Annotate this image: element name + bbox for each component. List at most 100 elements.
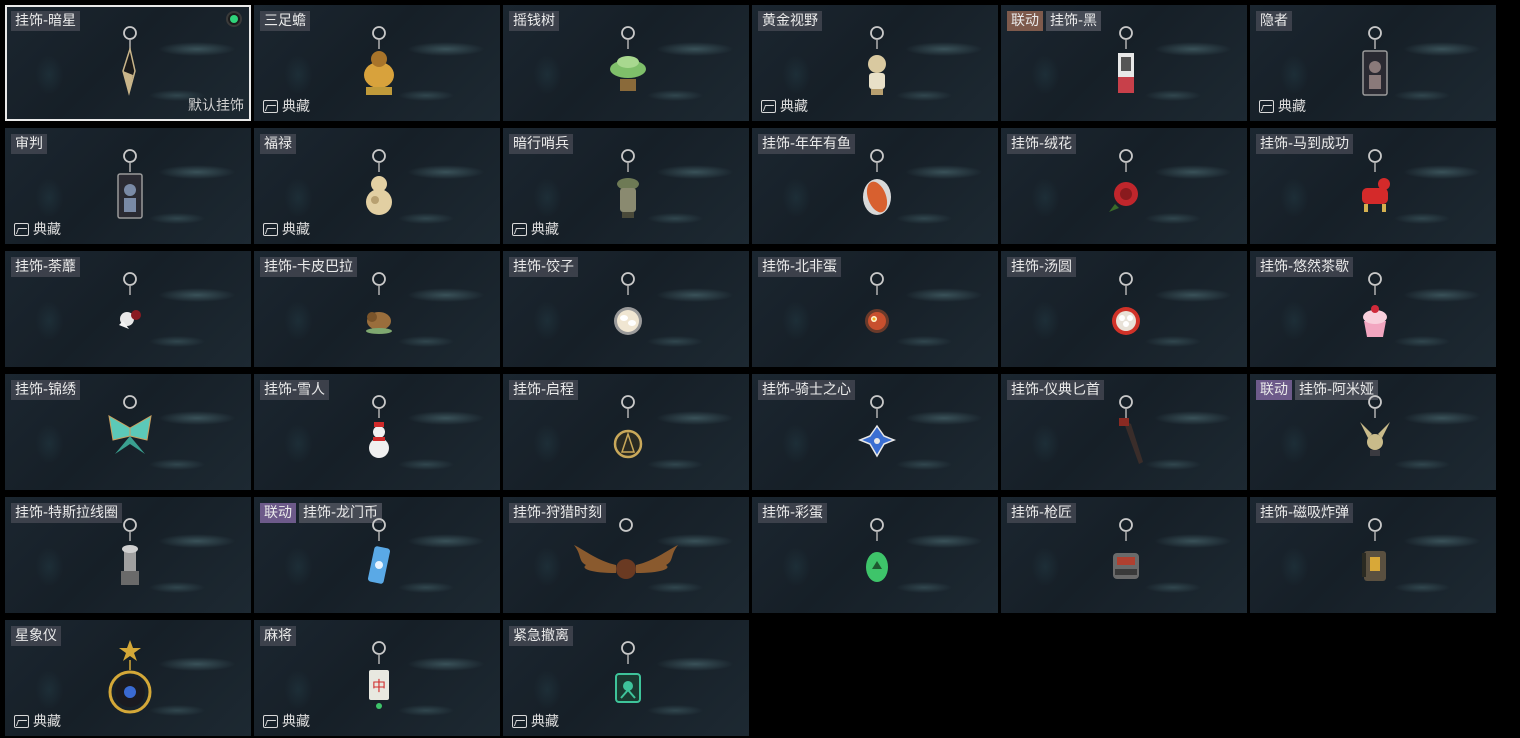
collection-label: 典藏 — [33, 714, 61, 730]
charm-name: 黄金视野 — [758, 10, 822, 31]
charm-card[interactable]: 摇钱树 — [503, 5, 749, 121]
charm-card[interactable]: 挂饰-锦绣 — [5, 374, 251, 490]
charm-label: 挂饰-北非蛋 — [758, 256, 842, 277]
tangyuan-charm — [1101, 265, 1151, 355]
shakshuka-charm — [852, 265, 902, 355]
charm-name: 挂饰-北非蛋 — [758, 256, 842, 277]
charm-card[interactable]: 隐者 典藏 — [1250, 5, 1496, 121]
collection-badge: 典藏 — [263, 96, 310, 116]
charm-card[interactable]: 联动 挂饰-龙门币 — [254, 497, 500, 613]
charm-label: 挂饰-雪人 — [260, 379, 330, 400]
default-charm-label: 默认挂饰 — [188, 98, 244, 114]
image-frame-icon — [263, 99, 278, 113]
collection-label: 典藏 — [531, 714, 559, 730]
emergency-evac-charm — [603, 634, 653, 724]
charm-name: 挂饰-仪典匕首 — [1007, 379, 1105, 400]
charm-card[interactable]: 黄金视野 典藏 — [752, 5, 998, 121]
charm-name: 挂饰-磁吸炸弹 — [1256, 502, 1354, 523]
charm-label: 福禄 — [260, 133, 296, 154]
charm-name: 挂饰-黑 — [1046, 10, 1102, 31]
charm-name: 挂饰-骑士之心 — [758, 379, 856, 400]
charm-card[interactable]: 联动 挂饰-阿米娅 — [1250, 374, 1496, 490]
charm-card[interactable]: 紧急撤离典藏 — [503, 620, 749, 736]
collection-label: 典藏 — [531, 222, 559, 238]
charm-card[interactable]: 挂饰-仪典匕首 — [1001, 374, 1247, 490]
charm-label: 挂饰-年年有鱼 — [758, 133, 856, 154]
charm-label: 挂饰-饺子 — [509, 256, 579, 277]
charm-name: 福禄 — [260, 133, 296, 154]
image-frame-icon — [263, 714, 278, 728]
moose-antler-charm — [568, 511, 684, 601]
collection-badge: 典藏 — [263, 219, 310, 239]
judgment-card-charm — [105, 142, 155, 232]
charm-card[interactable]: 挂饰-北非蛋 — [752, 251, 998, 367]
image-frame-icon — [761, 99, 776, 113]
charm-card[interactable]: 审判 典藏 — [5, 128, 251, 244]
charm-card[interactable]: 挂饰-骑士之心 — [752, 374, 998, 490]
charm-name: 挂饰-枪匠 — [1007, 502, 1077, 523]
image-frame-icon — [14, 714, 29, 728]
charm-card[interactable]: 挂饰-特斯拉线圈 — [5, 497, 251, 613]
charm-label: 挂饰-卡皮巴拉 — [260, 256, 358, 277]
charm-label: 星象仪 — [11, 625, 61, 646]
charm-card[interactable]: 星象仪典藏 — [5, 620, 251, 736]
charm-card[interactable]: 挂饰-彩蛋 — [752, 497, 998, 613]
shadow-sentinel-charm — [603, 142, 653, 232]
amiya-charm — [1350, 388, 1400, 478]
charm-card[interactable]: 挂饰-绒花 — [1001, 128, 1247, 244]
money-tree-charm — [603, 19, 653, 109]
collection-label: 典藏 — [282, 714, 310, 730]
charm-label: 挂饰-荼蘼 — [11, 256, 81, 277]
charm-label: 三足蟾 — [260, 10, 310, 31]
charm-label: 联动 挂饰-黑 — [1007, 10, 1102, 31]
charm-card[interactable]: 挂饰-雪人 — [254, 374, 500, 490]
charm-name: 挂饰-悠然茶歇 — [1256, 256, 1354, 277]
butterfly-charm — [105, 388, 155, 478]
charm-label: 麻将 — [260, 625, 296, 646]
charm-name: 挂饰-饺子 — [509, 256, 579, 277]
charm-label: 挂饰-骑士之心 — [758, 379, 856, 400]
svg-text:中: 中 — [372, 679, 386, 695]
dumpling-charm — [603, 265, 653, 355]
lungmen-coin-charm — [354, 511, 404, 601]
charm-name: 三足蟾 — [260, 10, 310, 31]
collection-badge: 典藏 — [512, 219, 559, 239]
cupcake-charm — [1350, 265, 1400, 355]
charm-label: 挂饰-悠然茶歇 — [1256, 256, 1354, 277]
charm-card[interactable]: 挂饰-悠然茶歇 — [1250, 251, 1496, 367]
charm-name: 挂饰-荼蘼 — [11, 256, 81, 277]
charm-card[interactable]: 挂饰-狩猎时刻 — [503, 497, 749, 613]
charm-card[interactable]: 挂饰-枪匠 — [1001, 497, 1247, 613]
charm-name: 摇钱树 — [509, 10, 559, 31]
charm-card[interactable]: 麻将中典藏 — [254, 620, 500, 736]
charm-label: 挂饰-暗星 — [11, 10, 81, 31]
charm-name: 挂饰-年年有鱼 — [758, 133, 856, 154]
charm-name: 挂饰-雪人 — [260, 379, 330, 400]
charm-card[interactable]: 挂饰-暗星默认挂饰 — [5, 5, 251, 121]
rose-flower-charm — [105, 265, 155, 355]
charm-card[interactable]: 挂饰-荼蘼 — [5, 251, 251, 367]
golden-vision-charm — [852, 19, 902, 109]
charm-card[interactable]: 挂饰-年年有鱼 — [752, 128, 998, 244]
charm-card[interactable]: 三足蟾 典藏 — [254, 5, 500, 121]
gourd-charm — [354, 142, 404, 232]
charm-card[interactable]: 挂饰-马到成功 — [1250, 128, 1496, 244]
charm-card[interactable]: 福禄 典藏 — [254, 128, 500, 244]
charm-label: 紧急撤离 — [509, 625, 573, 646]
collection-badge: 典藏 — [14, 711, 61, 731]
collection-label: 典藏 — [1278, 99, 1306, 115]
charm-card[interactable]: 挂饰-饺子 — [503, 251, 749, 367]
charm-card[interactable]: 挂饰-磁吸炸弹 — [1250, 497, 1496, 613]
collab-badge: 联动 — [1007, 10, 1043, 31]
charm-name: 挂饰-卡皮巴拉 — [260, 256, 358, 277]
charm-card[interactable]: 联动 挂饰-黑 — [1001, 5, 1247, 121]
charm-card[interactable]: 暗行哨兵 典藏 — [503, 128, 749, 244]
image-frame-icon — [14, 222, 29, 236]
charm-card[interactable]: 挂饰-汤圆 — [1001, 251, 1247, 367]
collection-badge: 典藏 — [761, 96, 808, 116]
knight-heart-charm — [852, 388, 902, 478]
charm-name: 挂饰-锦绣 — [11, 379, 81, 400]
charm-card[interactable]: 挂饰-启程 — [503, 374, 749, 490]
charm-card[interactable]: 挂饰-卡皮巴拉 — [254, 251, 500, 367]
charm-label: 审判 — [11, 133, 47, 154]
